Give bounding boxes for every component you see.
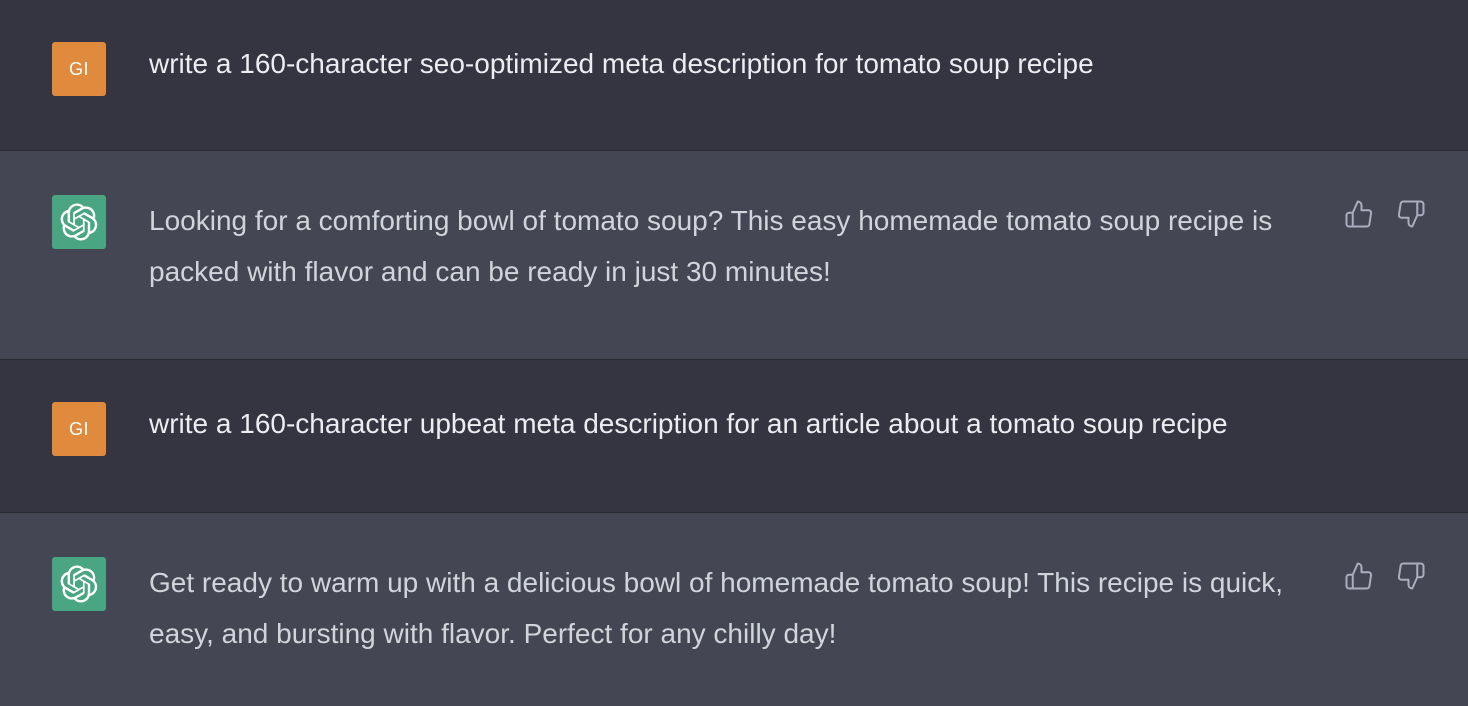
- assistant-message-text: Get ready to warm up with a delicious bo…: [149, 567, 1284, 649]
- thumbs-down-button[interactable]: [1396, 197, 1426, 231]
- user-message-row: GI write a 160-character upbeat meta des…: [0, 360, 1468, 513]
- thumbs-up-icon: [1345, 200, 1373, 228]
- user-message-text: write a 160-character seo-optimized meta…: [149, 48, 1094, 79]
- openai-logo-icon: [60, 565, 98, 603]
- feedback-buttons: [1344, 559, 1426, 593]
- assistant-message-row: Looking for a comforting bowl of tomato …: [0, 151, 1468, 360]
- thumbs-up-button[interactable]: [1344, 197, 1374, 231]
- thumbs-up-button[interactable]: [1344, 559, 1374, 593]
- assistant-message-text: Looking for a comforting bowl of tomato …: [149, 205, 1273, 287]
- chat-thread: GI write a 160-character seo-optimized m…: [0, 0, 1468, 706]
- assistant-avatar: [52, 557, 106, 611]
- thumbs-up-icon: [1345, 562, 1373, 590]
- user-message-row: GI write a 160-character seo-optimized m…: [0, 0, 1468, 151]
- assistant-message-row: Get ready to warm up with a delicious bo…: [0, 513, 1468, 706]
- user-avatar: GI: [52, 402, 106, 456]
- user-message-text: write a 160-character upbeat meta descri…: [149, 408, 1228, 439]
- openai-logo-icon: [60, 203, 98, 241]
- assistant-avatar: [52, 195, 106, 249]
- feedback-buttons: [1344, 197, 1426, 231]
- user-avatar: GI: [52, 42, 106, 96]
- thumbs-down-icon: [1397, 200, 1425, 228]
- thumbs-down-icon: [1397, 562, 1425, 590]
- thumbs-down-button[interactable]: [1396, 559, 1426, 593]
